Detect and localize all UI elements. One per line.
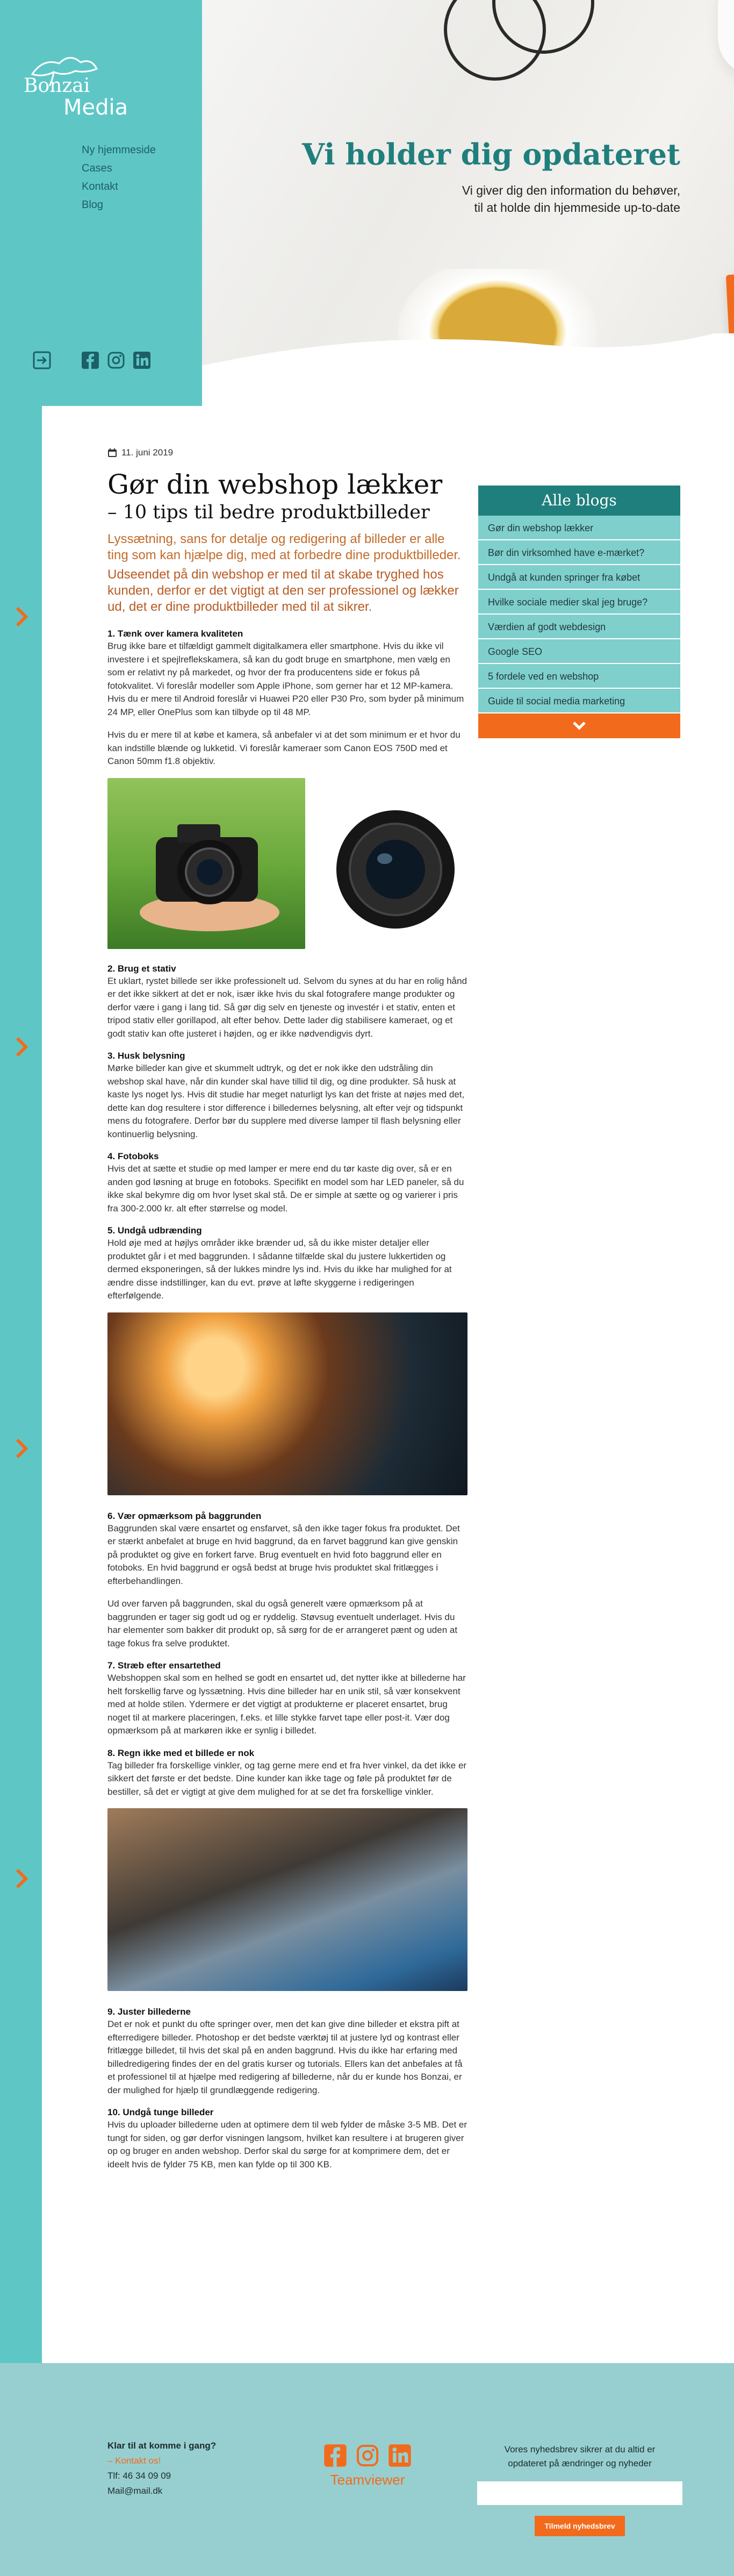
footer-contact: Klar til at komme i gang? – Kontakt os! … xyxy=(107,2438,216,2499)
chevron-down-icon xyxy=(573,722,586,730)
section-paragraph: Det er nok et punkt du ofte springer ove… xyxy=(107,2019,463,2095)
sidebar-item[interactable]: Google SEO xyxy=(478,639,680,664)
article-section: 5. Undgå udbrænding Hold øje med at højl… xyxy=(107,1225,467,1303)
login-icon[interactable] xyxy=(32,351,52,370)
facebook-icon[interactable] xyxy=(81,351,100,370)
lens-image xyxy=(320,777,467,949)
facebook-icon[interactable] xyxy=(323,2444,347,2467)
section-paragraph: Hold øje med at højlys områder ikke bræn… xyxy=(107,1238,452,1301)
camera-images xyxy=(107,777,467,949)
brand-subname[interactable]: Media xyxy=(63,96,128,119)
hero: Bonzai Media Ny hjemmeside Cases Kontakt… xyxy=(0,0,734,406)
section-heading: 5. Undgå udbrænding xyxy=(107,1225,202,1236)
article-section: 9. Juster billederne Det er nok et punkt… xyxy=(107,2006,467,2097)
section-paragraph: Tag billeder fra forskellige vinkler, og… xyxy=(107,1760,467,1797)
section-heading: 3. Husk belysning xyxy=(107,1051,185,1061)
article-section: 6. Vær opmærksom på baggrunden Baggrunde… xyxy=(107,1510,467,1651)
section-paragraph: Hvis det at sætte et studie op med lampe… xyxy=(107,1164,464,1214)
newsletter-email-input[interactable] xyxy=(477,2481,682,2505)
section-heading: 1. Tænk over kamera kvaliteten xyxy=(107,629,243,639)
photographer-image xyxy=(107,1312,467,1495)
section-heading: 2. Brug et stativ xyxy=(107,963,176,974)
sidebar-item[interactable]: Værdien af godt webdesign xyxy=(478,615,680,639)
sidebar-item[interactable]: Undgå at kunden springer fra købet xyxy=(478,565,680,590)
section-heading: 6. Vær opmærksom på baggrunden xyxy=(107,1510,262,1521)
linkedin-icon[interactable] xyxy=(388,2444,412,2467)
section-heading: 7. Stræb efter ensartethed xyxy=(107,1660,221,1671)
hero-social-links xyxy=(32,351,152,370)
nav-item-blog[interactable]: Blog xyxy=(82,196,156,214)
article-lead: Lyssætning, sans for detalje og redigeri… xyxy=(107,532,461,562)
post-date-text: 11. juni 2019 xyxy=(121,447,174,458)
hero-subtitle-line: til at holde din hjemmeside up-to-date xyxy=(474,201,680,215)
article-section: 10. Undgå tunge billeder Hvis du uploade… xyxy=(107,2107,467,2171)
section-heading: 4. Fotoboks xyxy=(107,1151,159,1161)
section-paragraph: Hvis du uploader billederne uden at opti… xyxy=(107,2120,467,2170)
blog-sidebar: Alle blogs Gør din webshop lækker Bør di… xyxy=(478,486,680,738)
article-section: 3. Husk belysning Mørke billeder kan giv… xyxy=(107,1050,467,1141)
newsletter-submit-button[interactable]: Tilmeld nyhedsbrev xyxy=(535,2516,625,2536)
article-subtitle: – 10 tips til bedre produktbilleder xyxy=(107,502,430,523)
article-section: 7. Stræb efter ensartethed Webshoppen sk… xyxy=(107,1660,467,1738)
footer-phone: Tlf: 46 34 09 09 xyxy=(107,2471,171,2481)
section-heading: 8. Regn ikke med et billede er nok xyxy=(107,1747,255,1758)
hero-subtitle-line: Vi giver dig den information du behøver, xyxy=(462,183,680,197)
footer-email[interactable]: Mail@mail.dk xyxy=(107,2484,216,2499)
calendar-icon xyxy=(108,448,117,457)
sidebar-item[interactable]: Guide til social media marketing xyxy=(478,689,680,713)
chevron-right-icon[interactable] xyxy=(10,605,33,629)
blog-article: 11. juni 2019 Gør din webshop lækker – 1… xyxy=(107,446,467,2181)
article-section: 8. Regn ikke med et billede er nok Tag b… xyxy=(107,1747,467,1799)
footer-question: Klar til at komme i gang? xyxy=(107,2441,217,2451)
camera-in-hand-image xyxy=(107,777,305,949)
hero-subtitle: Vi giver dig den information du behøver,… xyxy=(462,182,680,216)
contact-link[interactable]: – Kontakt os! xyxy=(107,2453,216,2468)
article-section: 4. Fotoboks Hvis det at sætte et studie … xyxy=(107,1151,467,1215)
chevron-right-icon[interactable] xyxy=(10,1867,33,1890)
sidebar-item[interactable]: Gør din webshop lækker xyxy=(478,516,680,540)
brand-name[interactable]: Bonzai xyxy=(24,75,90,97)
section-heading: 10. Undgå tunge billeder xyxy=(107,2107,214,2117)
instagram-icon[interactable] xyxy=(356,2444,379,2467)
newsletter-text-line: Vores nyhedsbrev sikrer at du altid er xyxy=(504,2444,656,2454)
mouse-decoration xyxy=(718,0,734,75)
section-paragraph: Brug ikke bare et tilfældigt gammelt dig… xyxy=(107,641,464,717)
sidebar-heading: Alle blogs xyxy=(478,486,680,516)
article-section: 1. Tænk over kamera kvaliteten Brug ikke… xyxy=(107,628,467,768)
footer-social: Teamviewer xyxy=(320,2444,415,2488)
main-nav: Ny hjemmeside Cases Kontakt Blog xyxy=(82,141,156,214)
sidebar-item[interactable]: Hvilke sociale medier skal jeg bruge? xyxy=(478,590,680,615)
section-paragraph: Baggrunden skal være ensartet og ensfarv… xyxy=(107,1523,460,1586)
section-paragraph: Et uklart, rystet billede ser ikke profe… xyxy=(107,975,467,1039)
newsletter-text-line: opdateret på ændringer og nyheder xyxy=(508,2458,652,2468)
section-paragraph: Mørke billeder kan give et skummelt udtr… xyxy=(107,1063,465,1139)
chevron-right-icon[interactable] xyxy=(10,1035,33,1059)
section-heading: 9. Juster billederne xyxy=(107,2007,191,2017)
article-section: 2. Brug et stativ Et uklart, rystet bill… xyxy=(107,963,467,1041)
teamviewer-link[interactable]: Teamviewer xyxy=(320,2472,415,2488)
newsletter-text: Vores nyhedsbrev sikrer at du altid er o… xyxy=(477,2443,682,2471)
footer: Klar til at komme i gang? – Kontakt os! … xyxy=(0,2363,734,2576)
sidebar-item[interactable]: 5 fordele ved en webshop xyxy=(478,664,680,689)
section-paragraph: Webshoppen skal som en helhed se godt en… xyxy=(107,1673,466,1736)
section-paragraph: Ud over farven på baggrunden, skal du og… xyxy=(107,1599,458,1649)
nav-item-kontakt[interactable]: Kontakt xyxy=(82,177,156,196)
article-lead: Udseendet på din webshop er med til at s… xyxy=(107,567,459,614)
linkedin-icon[interactable] xyxy=(132,351,152,370)
photos-pile-image xyxy=(107,1808,467,1991)
hero-title: Vi holder dig opdateret xyxy=(302,137,680,172)
nav-item-ny-hjemmeside[interactable]: Ny hjemmeside xyxy=(82,141,156,159)
post-date: 11. juni 2019 xyxy=(107,446,467,459)
sidebar-more-button[interactable] xyxy=(478,713,680,738)
chevron-right-icon[interactable] xyxy=(10,1437,33,1460)
article-title: Gør din webshop lækker xyxy=(107,469,443,500)
newsletter: Vores nyhedsbrev sikrer at du altid er o… xyxy=(477,2443,682,2536)
section-paragraph: Hvis du er mere til at købe et kamera, s… xyxy=(107,730,460,766)
nav-item-cases[interactable]: Cases xyxy=(82,159,156,177)
instagram-icon[interactable] xyxy=(106,351,126,370)
sidebar-item[interactable]: Bør din virksomhed have e-mærket? xyxy=(478,540,680,565)
